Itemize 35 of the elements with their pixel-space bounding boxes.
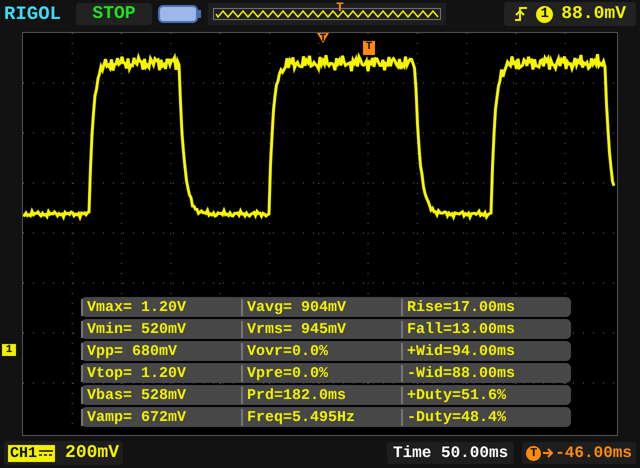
channel-marker: 1 xyxy=(2,344,16,356)
measurement-value: -Duty=48.4% xyxy=(401,408,571,426)
measurement-value: Vovr=0.0% xyxy=(241,342,401,360)
measurement-value: Vmin= 520mV xyxy=(81,320,241,338)
measurement-value: +Duty=51.6% xyxy=(401,386,571,404)
measurement-value: Vavg= 904mV xyxy=(241,298,401,316)
measurement-value: Freq=5.495Hz xyxy=(241,408,401,426)
battery-icon xyxy=(158,4,202,24)
dc-coupling-icon xyxy=(39,449,54,457)
rising-edge-icon xyxy=(514,6,528,22)
vertical-scale: 200mV xyxy=(65,443,120,463)
brand-logo: RIGOL xyxy=(4,3,62,25)
measurement-value: Vpp= 680mV xyxy=(81,342,241,360)
trigger-level: 88.0mV xyxy=(561,4,626,24)
measurement-value: Vbas= 528mV xyxy=(81,386,241,404)
trigger-marker: T xyxy=(336,1,344,14)
trigger-position-marker: T xyxy=(317,33,329,43)
measurement-value: -Wid=88.00ms xyxy=(401,364,571,382)
measurement-value: Vtop= 1.20V xyxy=(81,364,241,382)
trigger-marker: T xyxy=(363,41,375,55)
trigger-source: 1 xyxy=(536,6,554,22)
measurement-value: Vmax= 1.20V xyxy=(81,298,241,316)
measurement-value: Rise=17.00ms xyxy=(401,298,571,316)
measurement-value: Vpre=0.0% xyxy=(241,364,401,382)
run-status[interactable]: STOP xyxy=(76,3,152,25)
measurement-value: +Wid=94.00ms xyxy=(401,342,571,360)
trigger-badge: T xyxy=(526,446,542,460)
timebase: Time 50.00ms xyxy=(386,442,514,464)
measurement-value: Fall=13.00ms xyxy=(401,320,571,338)
arrow-icon xyxy=(543,448,554,458)
channel-label[interactable]: CH1 xyxy=(8,444,56,462)
measurement-value: Vamp= 672mV xyxy=(81,408,241,426)
measurement-value: Vrms= 945mV xyxy=(241,320,401,338)
measurement-value: Prd=182.0ms xyxy=(241,386,401,404)
trigger-offset: -46.00ms xyxy=(555,444,632,462)
